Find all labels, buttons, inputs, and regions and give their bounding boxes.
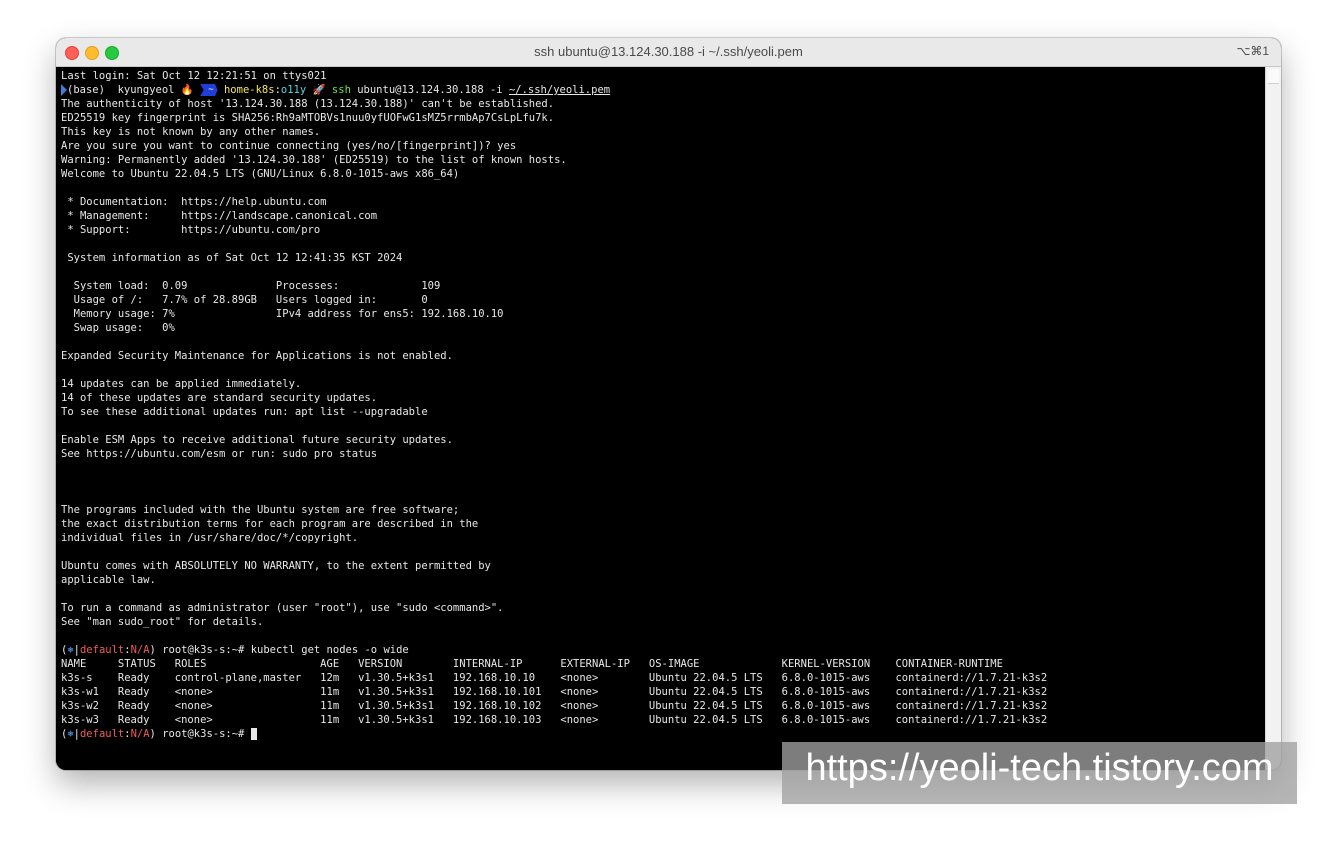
output-line: 14 of these updates are standard securit… <box>61 392 378 404</box>
output-line: The programs included with the Ubuntu sy… <box>61 504 460 516</box>
output-line: See https://ubuntu.com/esm or run: sudo … <box>61 448 378 460</box>
kube-namespace: N/A <box>130 728 150 740</box>
output-line: applicable law. <box>61 574 156 586</box>
terminal-window: ssh ubuntu@13.124.30.188 -i ~/.ssh/yeoli… <box>56 38 1281 770</box>
remote-host-prompt: root@k3s-s:~# <box>155 728 251 740</box>
prompt-user: kyungyeol <box>117 84 175 96</box>
output-line: Ubuntu comes with ABSOLUTELY NO WARRANTY… <box>61 560 491 572</box>
output-line: Expanded Security Maintenance for Applic… <box>61 350 453 362</box>
remote-prompt-line: (⎈|default:N/A) root@k3s-s:~# kubectl ge… <box>61 643 1266 657</box>
local-prompt-line: (base) kyungyeol 🔥 ~ home-k8s:o11y 🚀 ssh… <box>61 83 1266 97</box>
ssh-args: ubuntu@13.124.30.188 -i <box>357 84 503 96</box>
ssh-command: ssh <box>331 84 351 96</box>
output-line: * Management: https://landscape.canonica… <box>61 210 378 222</box>
home-dir-glyph: ~ <box>208 85 214 95</box>
output-line: To see these additional updates run: apt… <box>61 406 428 418</box>
prompt-dir-segment: ~ <box>200 84 218 96</box>
output-line: Warning: Permanently added '13.124.30.18… <box>61 154 567 166</box>
terminal-cursor[interactable] <box>250 728 257 740</box>
output-line: individual files in /usr/share/doc/*/cop… <box>61 532 359 544</box>
output-line: See "man sudo_root" for details. <box>61 616 264 628</box>
window-shortcut: ⌥⌘1 <box>1236 44 1269 58</box>
watermark: https://yeoli-tech.tistory.com <box>782 742 1297 804</box>
output-line: To run a command as administrator (user … <box>61 602 504 614</box>
output-line: Usage of /: 7.7% of 28.89GB Users logged… <box>61 294 428 306</box>
output-line: The authenticity of host '13.124.30.188 … <box>61 98 555 110</box>
output-line: This key is not known by any other names… <box>61 126 321 138</box>
table-header: NAME STATUS ROLES AGE VERSION INTERNAL-I… <box>61 658 1003 670</box>
prompt-dir: home-k8s <box>223 84 275 96</box>
table-row: k3s-w2 Ready <none> 11m v1.30.5+k3s1 192… <box>61 700 1048 712</box>
watermark-text: https://yeoli-tech.tistory.com <box>805 747 1274 789</box>
output-line: Are you sure you want to continue connec… <box>61 140 517 152</box>
window-title: ssh ubuntu@13.124.30.188 -i ~/.ssh/yeoli… <box>534 44 803 59</box>
output-line: Memory usage: 7% IPv4 address for ens5: … <box>61 308 504 320</box>
scrollbar-thumb[interactable] <box>1268 69 1279 84</box>
kube-namespace: N/A <box>130 644 150 656</box>
output-line: the exact distribution terms for each pr… <box>61 518 479 530</box>
output-line: System information as of Sat Oct 12 12:4… <box>61 252 403 264</box>
output-line: Swap usage: 0% <box>61 322 175 334</box>
kube-context: default <box>79 728 125 740</box>
conda-env: (base) <box>67 84 105 96</box>
terminal-output[interactable]: Last login: Sat Oct 12 12:21:51 on ttys0… <box>56 67 1266 770</box>
kube-context: default <box>79 644 125 656</box>
output-line: System load: 0.09 Processes: 109 <box>61 280 441 292</box>
rocket-icon: 🚀 <box>312 84 326 96</box>
ssh-key-path[interactable]: ~/.ssh/yeoli.pem <box>509 84 610 96</box>
nodes-table: NAME STATUS ROLES AGE VERSION INTERNAL-I… <box>61 657 1266 727</box>
table-row: k3s-w3 Ready <none> 11m v1.30.5+k3s1 192… <box>61 714 1048 726</box>
scrollbar[interactable] <box>1265 67 1281 770</box>
table-row: k3s-w1 Ready <none> 11m v1.30.5+k3s1 192… <box>61 686 1048 698</box>
output-line: Enable ESM Apps to receive additional fu… <box>61 434 453 446</box>
fire-icon: 🔥 <box>180 84 194 96</box>
output-line: * Documentation: https://help.ubuntu.com <box>61 196 327 208</box>
output-line: Welcome to Ubuntu 22.04.5 LTS (GNU/Linux… <box>61 168 460 180</box>
last-login-line: Last login: Sat Oct 12 12:21:51 on ttys0… <box>61 70 327 82</box>
output-line: ED25519 key fingerprint is SHA256:Rh9aMT… <box>61 112 555 124</box>
output-line: * Support: https://ubuntu.com/pro <box>61 224 321 236</box>
table-row: k3s-s Ready control-plane,master 12m v1.… <box>61 672 1048 684</box>
remote-host-prompt: root@k3s-s:~# <box>155 644 251 656</box>
kubectl-command: kubectl get nodes -o wide <box>250 644 409 656</box>
ssh-output-block: The authenticity of host '13.124.30.188 … <box>61 97 1266 643</box>
output-line: 14 updates can be applied immediately. <box>61 378 302 390</box>
current-prompt-line: (⎈|default:N/A) root@k3s-s:~# <box>61 727 1266 741</box>
prompt-kube-context: o11y <box>280 84 307 96</box>
title-bar[interactable]: ssh ubuntu@13.124.30.188 -i ~/.ssh/yeoli… <box>56 38 1281 67</box>
